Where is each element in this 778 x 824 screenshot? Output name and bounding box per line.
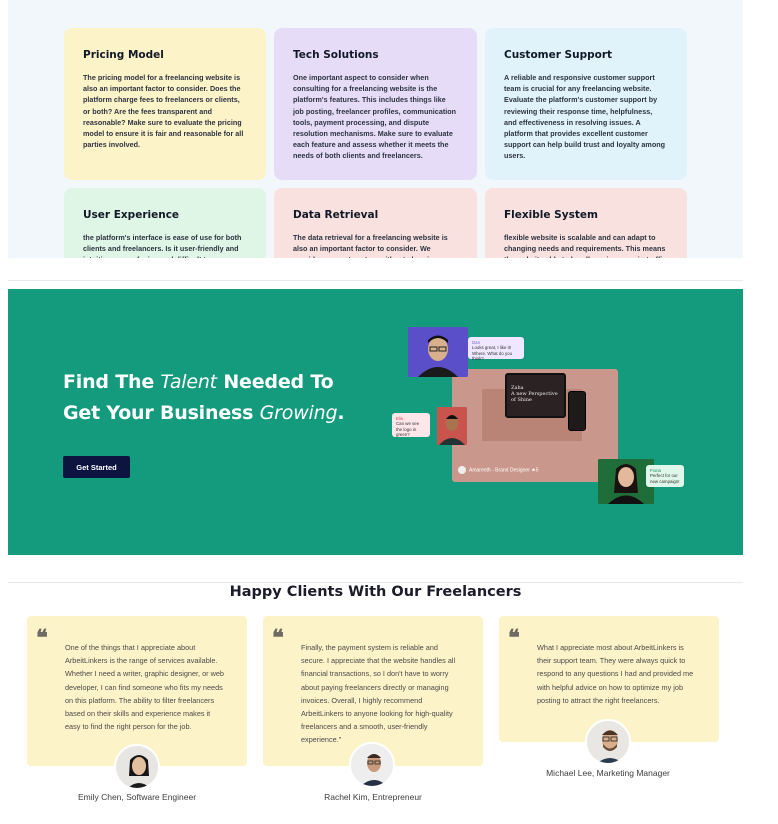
features-section: Pricing Model The pricing model for a fr… <box>8 0 743 258</box>
bubble-author: Fiona <box>650 468 661 473</box>
page: Pricing Model The pricing model for a fr… <box>0 0 778 824</box>
testimonial-text: What I appreciate most about ArbeitLinke… <box>537 643 694 705</box>
feature-text: The pricing model for a freelancing webs… <box>83 73 244 150</box>
feature-card-pricing-model: Pricing Model The pricing model for a fr… <box>64 28 266 180</box>
feature-title: Customer Support <box>504 49 613 61</box>
hero-banner: Find The Talent Needed To Get Your Busin… <box>8 289 743 555</box>
feature-title: Data Retrieval <box>293 209 379 221</box>
feature-text: the platform's interface is ease of use … <box>83 233 242 258</box>
client-photo <box>116 746 158 788</box>
section-divider <box>8 280 743 281</box>
get-started-button[interactable]: Get Started <box>63 456 130 478</box>
chat-bubble: Elis Can we see the logo in green? <box>392 413 430 437</box>
hero-headline: Find The Talent Needed To Get Your Busin… <box>63 367 383 429</box>
section-divider <box>8 582 743 583</box>
bubble-text: Can we see the logo in green? <box>396 421 420 438</box>
feature-text: The data retrieval for a freelancing web… <box>293 233 448 258</box>
hero-text-italic: Talent <box>160 371 217 393</box>
feature-card-flexible-system: Flexible System flexible website is scal… <box>485 188 687 258</box>
client-name: Rachel Kim, Entrepreneur <box>324 792 422 802</box>
mockup-rating: ★5 <box>531 467 539 474</box>
hero-collage-illustration: Zaha A new Perspective of Shine Amarenth … <box>392 325 692 510</box>
feature-card-data-retrieval: Data Retrieval The data retrieval for a … <box>274 188 477 258</box>
testimonial-text: One of the things that I appreciate abou… <box>65 643 224 732</box>
feature-title: Flexible System <box>504 209 598 221</box>
client-name: Michael Lee, Marketing Manager <box>546 768 670 778</box>
avatar-dot <box>458 466 466 474</box>
bubble-text: Looks great, I like it! Where. What do y… <box>472 345 513 362</box>
feature-card-tech-solutions: Tech Solutions One important aspect to c… <box>274 28 477 180</box>
feature-text: One important aspect to consider when co… <box>293 73 457 161</box>
mockup-caption-text: Amarenth - Brand Designer <box>469 467 530 474</box>
design-mockup: Zaha A new Perspective of Shine Amarenth … <box>452 369 618 482</box>
bubble-text: Perfect for our new campaign! <box>650 473 680 484</box>
feature-title: User Experience <box>83 209 180 221</box>
quote-icon: ❝ <box>36 625 48 651</box>
avatar <box>585 719 631 765</box>
hero-text-italic: Growing <box>259 402 338 424</box>
feature-text: A reliable and responsive customer suppo… <box>504 73 666 161</box>
chat-bubble: Fiona Perfect for our new campaign! <box>646 465 684 487</box>
hero-text: . <box>337 402 345 424</box>
quote-icon: ❝ <box>272 625 284 651</box>
client-name: Emily Chen, Software Engineer <box>77 792 197 802</box>
testimonial-text: Finally, the payment system is reliable … <box>301 643 456 745</box>
hero-text: Find The <box>63 371 161 393</box>
feature-title: Pricing Model <box>83 49 164 61</box>
laptop-text: A new Perspective of Shine <box>511 391 558 403</box>
client-photo <box>587 721 629 763</box>
phone-image <box>568 391 586 431</box>
feature-text: flexible website is scalable and can ada… <box>504 233 666 258</box>
person-illustration <box>408 327 468 377</box>
hero-text: Get Your Business <box>63 402 260 424</box>
mockup-caption: Amarenth - Brand Designer ★5 <box>458 466 539 474</box>
bubble-author: Dan <box>472 340 481 345</box>
laptop-image: Zaha A new Perspective of Shine <box>505 373 566 418</box>
client-photo <box>351 744 393 786</box>
feature-card-user-experience: User Experience the platform's interface… <box>64 188 266 258</box>
chat-bubble: Dan Looks great, I like it! Where. What d… <box>468 337 524 362</box>
feature-title: Tech Solutions <box>293 49 379 61</box>
feature-card-customer-support: Customer Support A reliable and responsi… <box>485 28 687 180</box>
bubble-author: Elis <box>396 416 404 421</box>
avatar <box>114 744 160 790</box>
hero-text: Needed To <box>216 371 334 393</box>
testimonials-title: Happy Clients With Our Freelancers <box>229 584 522 600</box>
avatar <box>349 742 395 788</box>
portrait-man <box>437 407 467 445</box>
person-illustration <box>437 407 467 445</box>
quote-icon: ❝ <box>508 625 520 651</box>
portrait-man-glasses <box>408 327 468 377</box>
